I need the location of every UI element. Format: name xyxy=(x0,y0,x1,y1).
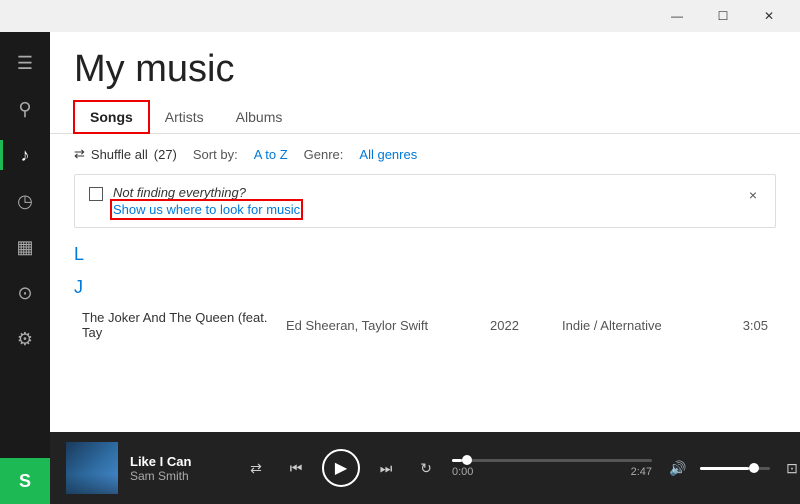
song-genre: Indie / Alternative xyxy=(562,318,706,333)
total-time: 2:47 xyxy=(631,466,652,478)
sidebar-chart-icon[interactable]: ▦ xyxy=(0,224,50,270)
song-title: The Joker And The Queen (feat. Tay xyxy=(82,310,274,340)
shuffle-count: (27) xyxy=(154,147,177,162)
now-playing-title: Like I Can xyxy=(130,454,230,469)
shuffle-icon: ⇄ xyxy=(74,146,85,162)
tab-artists[interactable]: Artists xyxy=(149,101,220,133)
tab-songs[interactable]: Songs xyxy=(74,101,149,133)
banner-content: Not finding everything? Show us where to… xyxy=(89,185,300,217)
previous-button[interactable]: ⏮ xyxy=(282,454,310,482)
tabs-bar: Songs Artists Albums xyxy=(50,101,800,134)
play-pause-button[interactable]: ▶ xyxy=(322,449,360,487)
volume-icon[interactable]: 🔊 xyxy=(664,454,692,482)
sidebar: ☰ ⚲ ♪ ◷ ▦ ⊙ ⚙ S xyxy=(0,32,50,504)
content-area: My music Songs Artists Albums ⇄ Shuffle … xyxy=(50,32,800,504)
current-time: 0:00 xyxy=(452,466,473,478)
song-year: 2022 xyxy=(490,318,550,333)
album-art xyxy=(66,442,118,494)
banner: Not finding everything? Show us where to… xyxy=(74,174,776,228)
page-title: My music xyxy=(74,48,776,91)
banner-close-button[interactable]: × xyxy=(745,185,761,205)
sidebar-clock-icon[interactable]: ◷ xyxy=(0,178,50,224)
screen-button[interactable]: ⊡ xyxy=(778,454,800,482)
progress-bar-area: 0:00 2:47 xyxy=(452,459,652,478)
volume-slider[interactable] xyxy=(700,467,770,470)
banner-title: Not finding everything? xyxy=(113,185,300,200)
banner-text: Not finding everything? Show us where to… xyxy=(113,185,300,217)
sidebar-menu-icon[interactable]: ☰ xyxy=(0,40,50,86)
genre-label: Genre: xyxy=(304,147,344,162)
volume-fill xyxy=(700,467,749,470)
song-list: L J The Joker And The Queen (feat. Tay E… xyxy=(50,236,800,432)
now-playing-bar: Like I Can Sam Smith ⇄ ⏮ ▶ ⏭ ↻ 0:00 2:47 xyxy=(50,432,800,504)
progress-thumb[interactable] xyxy=(462,455,472,465)
banner-link[interactable]: Show us where to look for music xyxy=(113,202,300,217)
sidebar-gear-icon[interactable]: ⚙ xyxy=(0,316,50,362)
volume-bar xyxy=(700,467,770,470)
progress-fill xyxy=(452,459,462,462)
genre-value[interactable]: All genres xyxy=(359,147,417,162)
next-button[interactable]: ⏭ xyxy=(372,454,400,482)
page-header: My music Songs Artists Albums xyxy=(50,32,800,134)
toolbar: ⇄ Shuffle all (27) Sort by: A to Z Genre… xyxy=(50,134,800,174)
close-button[interactable]: ✕ xyxy=(746,0,792,32)
sidebar-music-icon[interactable]: ♪ xyxy=(0,132,50,178)
repeat-button[interactable]: ↻ xyxy=(412,454,440,482)
now-playing-info: Like I Can Sam Smith xyxy=(130,454,230,483)
sort-by-label: Sort by: xyxy=(193,147,238,162)
now-playing-artist: Sam Smith xyxy=(130,469,230,483)
sidebar-search-icon[interactable]: ⚲ xyxy=(0,86,50,132)
song-artist: Ed Sheeran, Taylor Swift xyxy=(286,318,478,333)
shuffle-button[interactable]: ⇄ Shuffle all (27) xyxy=(74,146,177,162)
section-letter-l: L xyxy=(74,236,776,269)
sidebar-user-icon[interactable]: ⊙ xyxy=(0,270,50,316)
shuffle-playback-button[interactable]: ⇄ xyxy=(242,454,270,482)
volume-thumb[interactable] xyxy=(749,463,759,473)
maximize-button[interactable]: ☐ xyxy=(700,0,746,32)
section-letter-j: J xyxy=(74,269,776,302)
minimize-button[interactable]: — xyxy=(654,0,700,32)
banner-checkbox[interactable] xyxy=(89,187,103,201)
shuffle-label: Shuffle all xyxy=(91,147,148,162)
tab-albums[interactable]: Albums xyxy=(220,101,299,133)
app-body: ☰ ⚲ ♪ ◷ ▦ ⊙ ⚙ S My music Songs Artists A… xyxy=(0,32,800,504)
progress-bar[interactable] xyxy=(452,459,652,462)
title-bar: — ☐ ✕ xyxy=(0,0,800,32)
table-row[interactable]: The Joker And The Queen (feat. Tay Ed Sh… xyxy=(74,302,776,348)
sort-by-value[interactable]: A to Z xyxy=(254,147,288,162)
time-display: 0:00 2:47 xyxy=(452,466,652,478)
playback-controls: ⇄ ⏮ ▶ ⏭ ↻ xyxy=(242,449,440,487)
sidebar-spotify-icon[interactable]: S xyxy=(0,458,50,504)
volume-controls: 🔊 ⊡ ··· xyxy=(664,454,800,482)
song-duration: 3:05 xyxy=(718,318,768,333)
